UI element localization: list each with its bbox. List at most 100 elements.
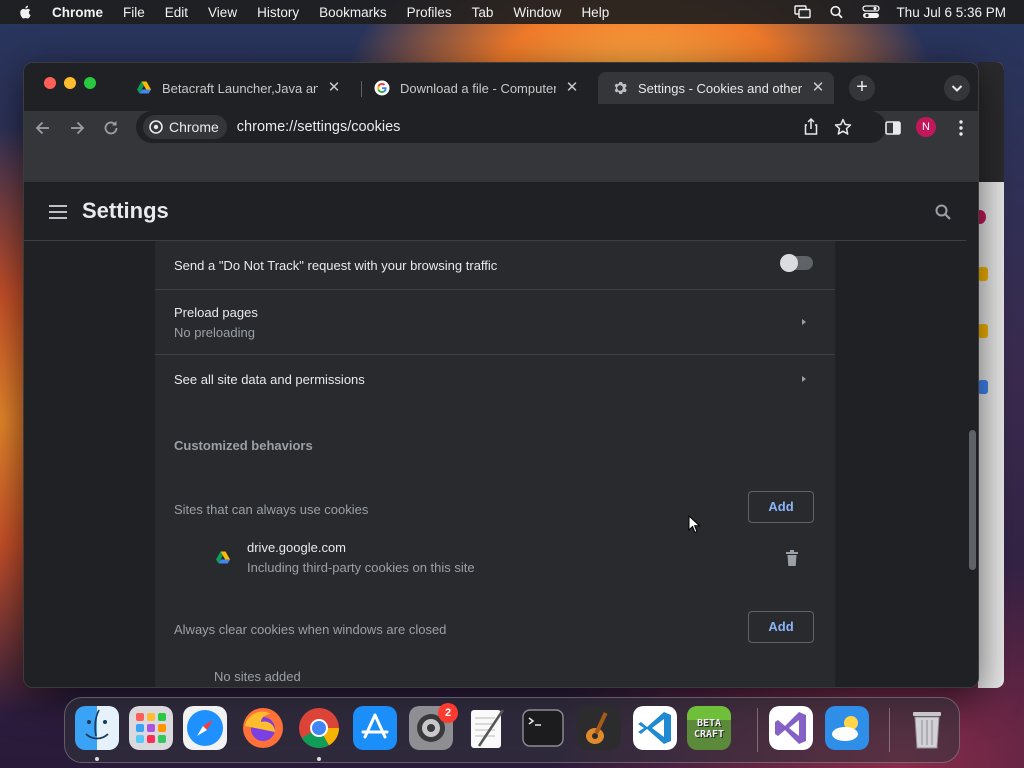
control-center-icon[interactable] — [862, 5, 881, 19]
clear-on-close-row: Always clear cookies when windows are cl… — [155, 605, 835, 649]
url-text[interactable]: chrome://settings/cookies — [237, 119, 401, 135]
more-menu-icon[interactable] — [950, 117, 972, 139]
always-allow-row: Sites that can always use cookies Add — [155, 485, 835, 529]
chrome-logo-icon — [149, 120, 163, 134]
do-not-track-toggle[interactable] — [780, 254, 813, 272]
address-bar[interactable]: Chrome chrome://settings/cookies — [136, 111, 886, 143]
google-drive-icon — [216, 551, 230, 564]
settings-page: Settings Send a "Do Not Track" request w… — [24, 183, 978, 687]
chevron-down-icon — [951, 85, 963, 92]
clear-on-close-label: Always clear cookies when windows are cl… — [174, 622, 447, 637]
spotlight-search-icon[interactable] — [828, 5, 846, 19]
scrollbar-thumb[interactable] — [969, 430, 976, 570]
hamburger-menu-icon[interactable] — [48, 203, 68, 221]
delete-trash-icon[interactable] — [784, 549, 800, 567]
notification-badge: 2 — [438, 703, 458, 723]
preload-pages-row[interactable]: Preload pages No preloading — [155, 290, 835, 354]
finder-icon[interactable] — [75, 706, 119, 750]
app-store-icon[interactable] — [353, 706, 397, 750]
browser-toolbar: Chrome chrome://settings/cookies N — [24, 111, 978, 145]
menu-bar-clock[interactable]: Thu Jul 6 5:36 PM — [896, 5, 1006, 20]
vscode-icon[interactable] — [633, 706, 677, 750]
profile-avatar[interactable]: N — [916, 117, 936, 137]
tab-settings[interactable]: Settings - Cookies and other ✕ — [598, 72, 834, 104]
menu-edit[interactable]: Edit — [165, 5, 188, 20]
textedit-icon[interactable] — [465, 706, 509, 750]
chrome-window: Betacraft Launcher,Java and ✕ Download a… — [23, 62, 979, 688]
menu-view[interactable]: View — [208, 5, 237, 20]
google-drive-icon — [137, 81, 151, 94]
cookies-settings-card: Send a "Do Not Track" request with your … — [155, 241, 835, 687]
preload-pages-label: Preload pages — [174, 305, 258, 320]
google-g-icon — [374, 80, 390, 96]
reload-icon[interactable] — [100, 117, 122, 139]
minimize-window-button[interactable] — [64, 77, 76, 89]
visual-studio-icon[interactable] — [769, 706, 813, 750]
site-data-row[interactable]: See all site data and permissions — [155, 355, 835, 405]
running-indicator — [317, 757, 321, 761]
close-tab-icon[interactable]: ✕ — [326, 80, 342, 96]
tab-separator — [361, 81, 362, 97]
menu-bookmarks[interactable]: Bookmarks — [319, 5, 387, 20]
menu-profiles[interactable]: Profiles — [407, 5, 452, 20]
preload-pages-value: No preloading — [174, 325, 255, 340]
arrow-right-icon — [802, 319, 806, 325]
new-tab-button[interactable]: + — [849, 75, 875, 101]
safari-icon[interactable] — [183, 706, 227, 750]
firefox-icon[interactable] — [241, 706, 285, 750]
menu-window[interactable]: Window — [513, 5, 561, 20]
menu-tab[interactable]: Tab — [472, 5, 494, 20]
close-window-button[interactable] — [44, 77, 56, 89]
tab-strip: Betacraft Launcher,Java and ✕ Download a… — [24, 63, 978, 111]
close-tab-icon[interactable]: ✕ — [564, 80, 580, 96]
menu-file[interactable]: File — [123, 5, 145, 20]
tab-search-button[interactable] — [944, 75, 970, 101]
do-not-track-label: Send a "Do Not Track" request with your … — [174, 258, 498, 273]
search-icon[interactable] — [934, 203, 952, 221]
allowed-site-item[interactable]: drive.google.com Including third-party c… — [155, 533, 835, 583]
tab-title: Betacraft Launcher,Java and — [162, 80, 318, 96]
add-clear-site-button[interactable]: Add — [748, 611, 814, 643]
trash-icon[interactable] — [905, 706, 949, 750]
mouse-cursor-icon — [688, 515, 701, 534]
tab-betacraft[interactable]: Betacraft Launcher,Java and ✕ — [128, 72, 350, 104]
scrollbar[interactable] — [966, 183, 978, 687]
bookmark-star-icon[interactable] — [832, 116, 854, 138]
side-panel-icon[interactable] — [882, 117, 904, 139]
do-not-track-row[interactable]: Send a "Do Not Track" request with your … — [155, 241, 835, 289]
betacraft-icon[interactable]: BETA CRAFT — [687, 706, 731, 750]
arrow-right-icon — [802, 376, 806, 382]
always-allow-label: Sites that can always use cookies — [174, 502, 369, 517]
site-data-label: See all site data and permissions — [174, 372, 365, 387]
tab-title: Download a file - Computer - — [400, 80, 556, 96]
bookmarks-bar — [24, 145, 978, 183]
garageband-icon[interactable] — [577, 706, 621, 750]
share-icon[interactable] — [800, 116, 822, 138]
screen-mirroring-icon[interactable] — [794, 5, 812, 19]
apple-menu-icon[interactable] — [16, 4, 36, 20]
running-indicator — [95, 757, 99, 761]
menu-history[interactable]: History — [257, 5, 299, 20]
add-allowed-site-button[interactable]: Add — [748, 491, 814, 523]
menu-app-name[interactable]: Chrome — [52, 5, 103, 20]
forward-arrow-icon[interactable] — [66, 117, 88, 139]
site-chip-label: Chrome — [169, 119, 219, 135]
tab-title: Settings - Cookies and other — [638, 80, 802, 96]
macos-menu-bar: Chrome File Edit View History Bookmarks … — [0, 0, 1024, 24]
tab-download-file[interactable]: Download a file - Computer - ✕ — [366, 72, 588, 104]
no-sites-added-text: No sites added — [214, 669, 301, 684]
launchpad-icon[interactable] — [129, 706, 173, 750]
site-info-chip[interactable]: Chrome — [143, 115, 227, 139]
weather-icon[interactable] — [825, 706, 869, 750]
back-arrow-icon[interactable] — [32, 117, 54, 139]
allowed-site-domain: drive.google.com — [247, 540, 346, 555]
gear-icon — [614, 82, 627, 94]
terminal-icon[interactable] — [521, 706, 565, 750]
chrome-icon[interactable] — [297, 706, 341, 750]
menu-help[interactable]: Help — [581, 5, 609, 20]
dock-separator — [889, 708, 890, 752]
zoom-window-button[interactable] — [84, 77, 96, 89]
close-tab-icon[interactable]: ✕ — [810, 80, 826, 96]
dock-separator — [757, 708, 758, 752]
macos-dock: BETA CRAFT — [64, 697, 960, 763]
